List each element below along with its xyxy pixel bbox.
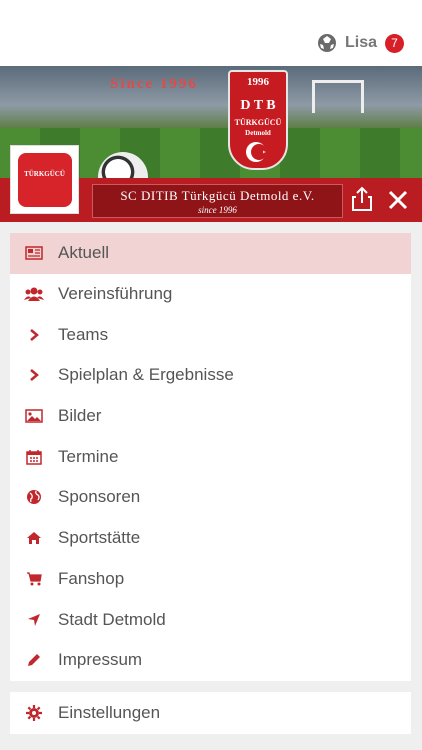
newspaper-icon (24, 243, 44, 263)
club-since: since 1996 (198, 205, 237, 215)
menu-item-label: Sportstätte (58, 528, 141, 548)
menu-item-fanshop[interactable]: Fanshop (10, 559, 411, 600)
club-logo: TÜRKGÜCÜ (10, 145, 79, 214)
menu-item-label: Teams (58, 324, 109, 344)
side-menu: Aktuell Vereinsführung Teams Spielplan &… (10, 233, 411, 681)
menu-item-spielplan[interactable]: Spielplan & Ergebnisse (10, 355, 411, 396)
cart-icon (24, 569, 44, 589)
menu-item-teams[interactable]: Teams (10, 314, 411, 355)
chevron-right-icon (24, 325, 44, 345)
calendar-icon (24, 447, 44, 467)
menu-item-sportstaette[interactable]: Sportstätte (10, 518, 411, 559)
menu-item-stadt-detmold[interactable]: Stadt Detmold (10, 599, 411, 640)
home-icon (24, 528, 44, 548)
soccer-ball-icon (317, 34, 336, 52)
menu-item-label: Impressum (58, 650, 143, 670)
club-name: SC DITIB Türkgücü Detmold e.V. (120, 188, 315, 203)
image-icon (24, 406, 44, 426)
menu-item-einstellungen[interactable]: Einstellungen (10, 692, 411, 734)
user-profile[interactable]: Lisa 7 (317, 33, 404, 53)
chevron-right-icon (24, 365, 44, 385)
share-icon[interactable] (348, 185, 376, 213)
club-logo-crest: TÜRKGÜCÜ (17, 152, 72, 207)
user-name: Lisa (344, 34, 377, 51)
menu-item-label: Bilder (58, 406, 102, 426)
users-icon (24, 284, 44, 304)
menu-item-label: Spielplan & Ergebnisse (58, 365, 234, 385)
globe-icon (24, 487, 44, 507)
crest-name: TÜRKGÜCÜ (234, 118, 282, 127)
location-arrow-icon (24, 610, 44, 630)
menu-item-bilder[interactable]: Bilder (10, 396, 411, 437)
menu-item-label: Sponsoren (58, 487, 141, 507)
menu-item-termine[interactable]: Termine (10, 436, 411, 477)
menu-item-label: Termine (58, 446, 119, 466)
menu-item-aktuell[interactable]: Aktuell (10, 233, 411, 274)
goal-post (312, 80, 364, 113)
menu-item-label: Fanshop (58, 568, 125, 588)
top-bar: Lisa 7 (0, 0, 422, 66)
footer-links-cropped (0, 742, 422, 750)
menu-item-label: Vereinsführung (58, 284, 173, 304)
notification-badge[interactable]: 7 (385, 33, 404, 53)
menu-item-sponsoren[interactable]: Sponsoren (10, 477, 411, 518)
close-icon[interactable] (386, 188, 410, 212)
club-name-box: SC DITIB Türkgücü Detmold e.V. since 199… (92, 184, 343, 218)
logo-crest-name: TÜRKGÜCÜ (24, 169, 65, 178)
pencil-icon (24, 650, 44, 670)
crest-year: 1996 (247, 76, 269, 88)
crest-letters: D T B (240, 98, 276, 113)
banner-since-text: Since 1996 (110, 76, 198, 92)
crescent-star-icon (246, 142, 267, 162)
menu-item-impressum[interactable]: Impressum (10, 640, 411, 681)
menu-item-vereinsfuehrung[interactable]: Vereinsführung (10, 274, 411, 315)
gear-icon (24, 703, 44, 723)
menu-item-label: Aktuell (58, 243, 110, 263)
settings-label: Einstellungen (58, 703, 161, 722)
menu-item-label: Stadt Detmold (58, 609, 166, 629)
crest-city: Detmold (245, 129, 271, 137)
banner-crest: 1996 D T B TÜRKGÜCÜ Detmold (228, 70, 288, 170)
